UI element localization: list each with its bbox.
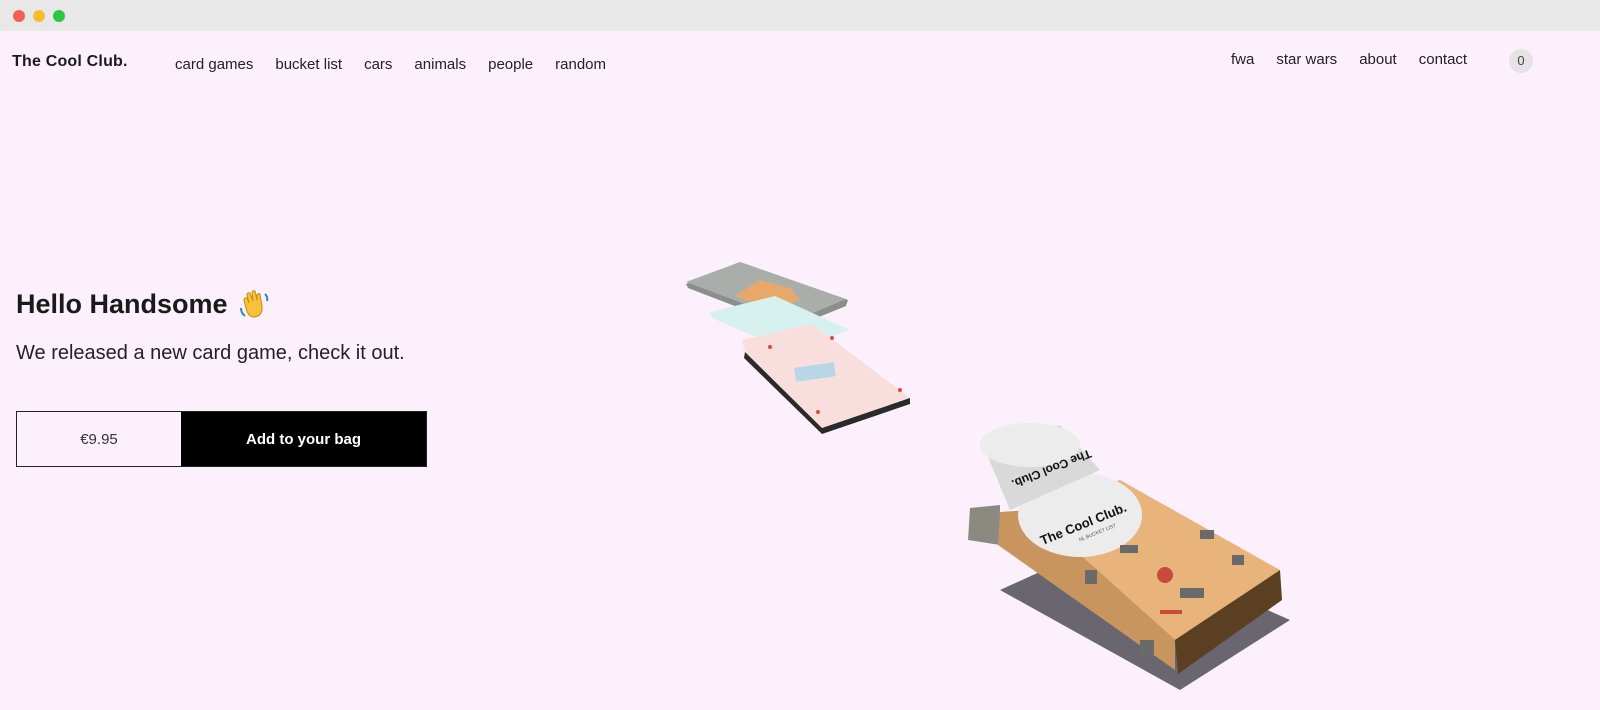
card-box-image: The Cool Club. NL BUCKET LIST The Cool C… xyxy=(968,423,1290,690)
playing-cards-image xyxy=(686,262,910,434)
product-illustration: The Cool Club. NL BUCKET LIST The Cool C… xyxy=(686,262,1290,690)
